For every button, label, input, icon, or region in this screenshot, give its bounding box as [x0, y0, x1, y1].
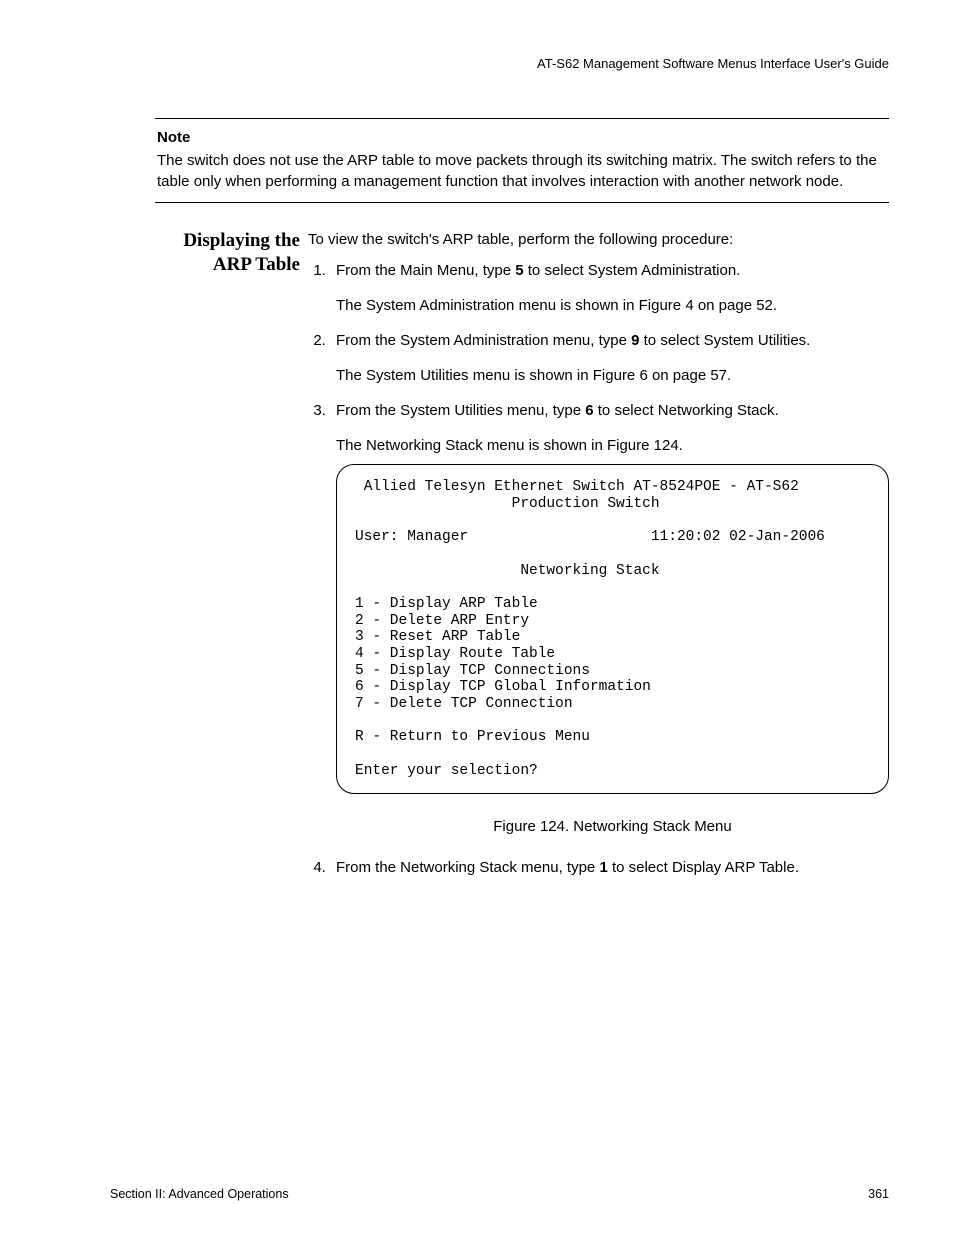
step-text-pre: From the System Utilities menu, type [336, 402, 585, 419]
step-4: From the Networking Stack menu, type 1 t… [330, 857, 889, 878]
section-title-line1: Displaying the [183, 230, 300, 251]
note-box: Note The switch does not use the ARP tab… [155, 118, 889, 203]
step-bold: 1 [599, 859, 607, 876]
menu-line: 3 - Reset ARP Table [355, 629, 520, 645]
menu-line: Enter your selection? [355, 763, 538, 779]
step-text-pre: From the System Administration menu, typ… [336, 332, 631, 349]
step-text-pre: From the Networking Stack menu, type [336, 859, 599, 876]
menu-line: 6 - Display TCP Global Information [355, 679, 651, 695]
left-column: Displaying the ARP Table [110, 229, 308, 277]
menu-line: R - Return to Previous Menu [355, 729, 590, 745]
step-text-post: to select Networking Stack. [594, 402, 779, 419]
section-title-line2: ARP Table [213, 254, 300, 275]
step-text-post: to select System Administration. [524, 262, 741, 279]
menu-line: 4 - Display Route Table [355, 646, 555, 662]
step-sub: The System Administration menu is shown … [336, 295, 889, 316]
section-title: Displaying the ARP Table [110, 229, 300, 277]
menu-line: Allied Telesyn Ethernet Switch AT-8524PO… [355, 479, 799, 495]
menu-line: 5 - Display TCP Connections [355, 663, 590, 679]
menu-line: Production Switch [355, 496, 660, 512]
step-text-post: to select Display ARP Table. [608, 859, 799, 876]
note-text: The switch does not use the ARP table to… [157, 150, 887, 192]
step-3: From the System Utilities menu, type 6 t… [330, 400, 889, 837]
step-1: From the Main Menu, type 5 to select Sys… [330, 260, 889, 316]
header-guide-title: AT-S62 Management Software Menus Interfa… [110, 55, 889, 73]
terminal-menu-box: Allied Telesyn Ethernet Switch AT-8524PO… [336, 464, 889, 794]
footer-section: Section II: Advanced Operations [110, 1186, 289, 1204]
document-page: AT-S62 Management Software Menus Interfa… [0, 0, 954, 1235]
right-column: To view the switch's ARP table, perform … [308, 229, 889, 892]
menu-line: User: Manager 11:20:02 02-Jan-2006 [355, 529, 825, 545]
procedure-list: From the Main Menu, type 5 to select Sys… [308, 260, 889, 878]
step-sub: The Networking Stack menu is shown in Fi… [336, 435, 889, 456]
step-sub: The System Utilities menu is shown in Fi… [336, 365, 889, 386]
step-2: From the System Administration menu, typ… [330, 330, 889, 386]
step-text-pre: From the Main Menu, type [336, 262, 515, 279]
menu-line: Networking Stack [355, 563, 660, 579]
footer-page-number: 361 [868, 1186, 889, 1204]
step-text-post: to select System Utilities. [639, 332, 810, 349]
menu-line: 7 - Delete TCP Connection [355, 696, 573, 712]
step-bold: 6 [585, 402, 593, 419]
intro-paragraph: To view the switch's ARP table, perform … [308, 229, 889, 250]
content-row: Displaying the ARP Table To view the swi… [110, 229, 889, 892]
page-footer: Section II: Advanced Operations 361 [110, 1186, 889, 1204]
note-label: Note [157, 127, 887, 148]
menu-line: 1 - Display ARP Table [355, 596, 538, 612]
figure-caption: Figure 124. Networking Stack Menu [336, 816, 889, 837]
step-bold: 5 [515, 262, 523, 279]
menu-line: 2 - Delete ARP Entry [355, 613, 529, 629]
